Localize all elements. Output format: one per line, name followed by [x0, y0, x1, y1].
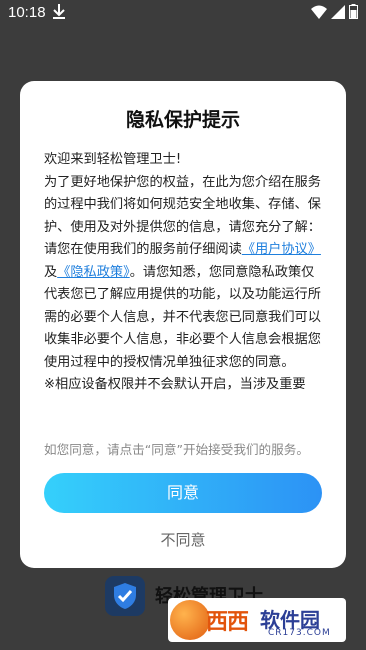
app-icon: [105, 576, 145, 616]
privacy-policy-link[interactable]: 《隐私政策》: [57, 265, 130, 280]
policy-paragraph: 请您在使用我们的服务前仔细阅读《用户协议》及《隐私政策》。请您知悉，您同意隐私政…: [44, 239, 326, 374]
status-icons: [311, 4, 358, 23]
consent-hint: 如您同意，请点击“同意”开始接受我们的服务。: [44, 442, 309, 457]
wifi-icon: [311, 5, 327, 23]
permission-paragraph: ※相应设备权限并不会默认开启，当涉及重要: [44, 377, 306, 392]
signal-icon: [331, 4, 345, 23]
disagree-button[interactable]: 不同意: [20, 529, 346, 550]
download-icon: [52, 3, 66, 23]
watermark-sub: CR173.COM: [268, 628, 331, 638]
watermark-xixi: 西西: [206, 610, 249, 635]
intro-paragraph: 为了更好地保护您的权益，在此为您介绍在服务的过程中我们将如何规范安全地收集、存储…: [44, 174, 321, 235]
policy-suffix: 。请您知悉，您同意隐私政策仅代表您已了解应用提供的功能，以及功能运行所需的必要个…: [44, 264, 321, 370]
status-time: 10:18: [8, 4, 46, 21]
agree-button[interactable]: 同意: [44, 473, 322, 513]
user-agreement-link[interactable]: 《用户协议》: [242, 242, 321, 257]
policy-prefix: 请您在使用我们的服务前仔细阅读: [44, 242, 242, 257]
status-bar: 10:18: [0, 0, 366, 26]
watermark-emblem-icon: [170, 600, 210, 640]
and-text: 及: [44, 264, 58, 280]
battery-icon: [349, 4, 358, 23]
privacy-dialog: 隐私保护提示 欢迎来到轻松管理卫士! 为了更好地保护您的权益，在此为您介绍在服务…: [20, 81, 346, 568]
dialog-title: 隐私保护提示: [125, 109, 240, 131]
watermark-logo: 西西 软件园 CR173.COM: [168, 598, 346, 642]
greeting: 欢迎来到轻松管理卫士!: [44, 152, 182, 167]
dialog-body[interactable]: 欢迎来到轻松管理卫士! 为了更好地保护您的权益，在此为您介绍在服务的过程中我们将…: [44, 149, 326, 413]
